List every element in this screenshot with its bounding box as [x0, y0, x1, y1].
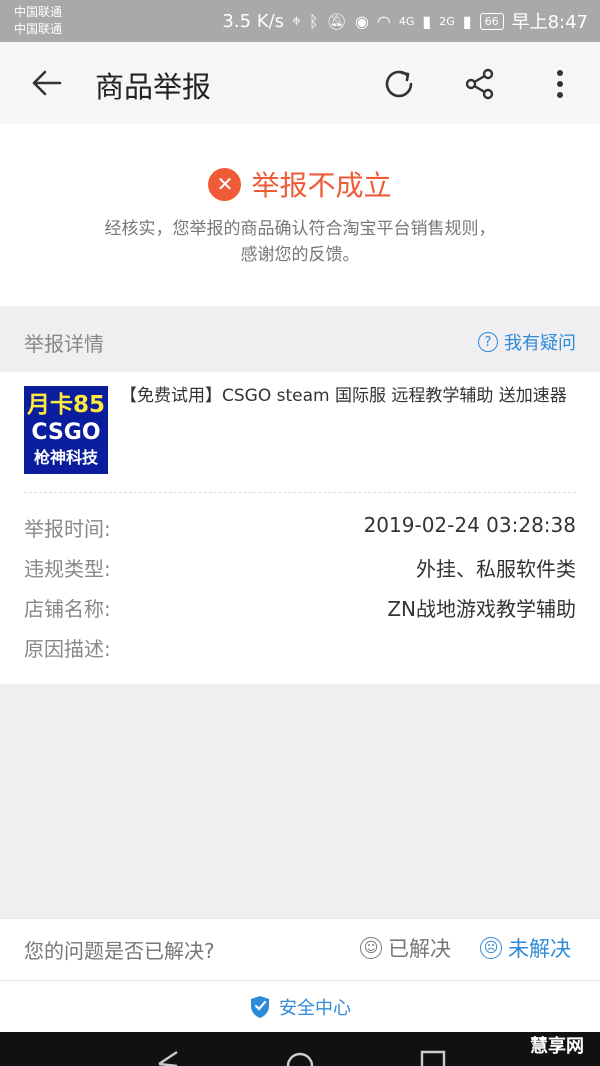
- home-circle-icon[interactable]: [286, 1050, 314, 1066]
- report-time-row: 举报时间: 2019-02-24 03:28:38: [24, 513, 576, 543]
- product-thumbnail[interactable]: 月卡85 CSGO 枪神科技: [24, 386, 108, 474]
- details-section-label: 举报详情: [24, 332, 104, 356]
- shop-name-value: ZN战地游戏教学辅助: [387, 597, 576, 621]
- more-icon: [557, 70, 563, 98]
- system-nav-bar: [0, 1032, 600, 1066]
- frown-icon: ☹: [480, 937, 502, 959]
- carrier-1: 中国联通: [14, 5, 63, 19]
- close-circle-icon: ✕: [208, 167, 242, 201]
- battery-icon: 66: [479, 12, 504, 30]
- signal-4g: 4G: [398, 14, 415, 28]
- report-details-card: 月卡85 CSGO 枪神科技 【免费试用】CSGO steam 国际服 远程教学…: [0, 372, 600, 684]
- result-description: 经核实，您举报的商品确认符合淘宝平台销售规则， 感谢您的反馈。: [0, 216, 600, 268]
- result-title: 举报不成立: [251, 169, 392, 202]
- bluetooth-icon: ᛒ: [309, 11, 319, 31]
- shop-name-label: 店铺名称:: [24, 597, 111, 621]
- page-title: 商品举报: [95, 70, 212, 104]
- violation-type-value: 外挂、私服软件类: [416, 557, 576, 581]
- result-title-row: ✕ 举报不成立: [0, 164, 600, 204]
- question-icon: ?: [478, 332, 498, 352]
- product-title[interactable]: 【免费试用】CSGO steam 国际服 远程教学辅助 送加速器: [120, 386, 576, 407]
- violation-type-row: 违规类型: 外挂、私服软件类: [24, 553, 576, 583]
- recents-square-icon[interactable]: [420, 1050, 446, 1066]
- carrier-2: 中国联通: [14, 22, 63, 36]
- reason-row: 原因描述:: [24, 633, 576, 663]
- clock: 早上8:47: [511, 12, 588, 33]
- feedback-bar: 您的问题是否已解决? ☺ 已解决 ☹ 未解决: [0, 918, 600, 980]
- thumbnail-line-2: CSGO: [31, 420, 101, 445]
- divider: [24, 492, 576, 493]
- safety-center-link[interactable]: 安全中心: [0, 980, 600, 1032]
- report-time-value: 2019-02-24 03:28:38: [363, 513, 576, 537]
- result-description-line1: 经核实，您举报的商品确认符合淘宝平台销售规则，: [104, 219, 496, 239]
- share-icon: [465, 68, 494, 100]
- watermark: 慧享网: [530, 1036, 584, 1057]
- thumbnail-line-1: 月卡85: [26, 392, 105, 418]
- result-description-line2: 感谢您的反馈。: [240, 245, 360, 265]
- network-speed: 3.5 K/s: [222, 10, 285, 32]
- violation-type-label: 违规类型:: [24, 557, 111, 581]
- carrier-info: 中国联通 中国联通: [14, 4, 62, 38]
- status-icons: 3.5 K/s ⌖ ᛒ 🔕︎ ◉ ◠ 4G ▮ 2G ▮ 66 早上8:47: [222, 8, 588, 34]
- back-triangle-icon[interactable]: [155, 1050, 181, 1066]
- location-icon: ⌖: [292, 11, 302, 30]
- shield-icon: [251, 995, 269, 1018]
- report-time-label: 举报时间:: [24, 517, 111, 541]
- resolved-label: 已解决: [388, 937, 451, 961]
- mute-icon: 🔕︎: [326, 11, 347, 31]
- signal-icon-2: ▮: [462, 11, 472, 31]
- faq-link-label: 我有疑问: [504, 333, 576, 354]
- reason-label: 原因描述:: [24, 637, 111, 661]
- unresolved-label: 未解决: [508, 937, 571, 961]
- thumbnail-line-3: 枪神科技: [33, 448, 98, 467]
- smile-icon: ☺: [360, 937, 382, 959]
- back-arrow-icon: [32, 70, 62, 96]
- safety-center-label: 安全中心: [279, 997, 351, 1019]
- refresh-button[interactable]: [377, 62, 421, 106]
- signal-icon: ▮: [422, 11, 432, 31]
- share-button[interactable]: [458, 62, 502, 106]
- details-section-header: 举报详情 ? 我有疑问: [0, 306, 600, 372]
- resolved-button[interactable]: ☺ 已解决: [360, 933, 451, 963]
- back-button[interactable]: [20, 62, 68, 104]
- report-result-card: ✕ 举报不成立 经核实，您举报的商品确认符合淘宝平台销售规则， 感谢您的反馈。: [0, 124, 600, 306]
- feedback-question: 您的问题是否已解决?: [24, 939, 215, 963]
- faq-link[interactable]: ? 我有疑问: [478, 329, 576, 355]
- unresolved-button[interactable]: ☹ 未解决: [480, 933, 571, 963]
- more-button[interactable]: [538, 62, 582, 106]
- refresh-icon: [385, 70, 413, 98]
- shop-name-row: 店铺名称: ZN战地游戏教学辅助: [24, 593, 576, 623]
- status-bar: 中国联通 中国联通 3.5 K/s ⌖ ᛒ 🔕︎ ◉ ◠ 4G ▮ 2G ▮ 6…: [0, 0, 600, 42]
- wifi-icon: ◠: [376, 11, 391, 31]
- signal-2g: 2G: [439, 14, 455, 28]
- eye-icon: ◉: [354, 11, 369, 31]
- app-header: 商品举报: [0, 42, 600, 124]
